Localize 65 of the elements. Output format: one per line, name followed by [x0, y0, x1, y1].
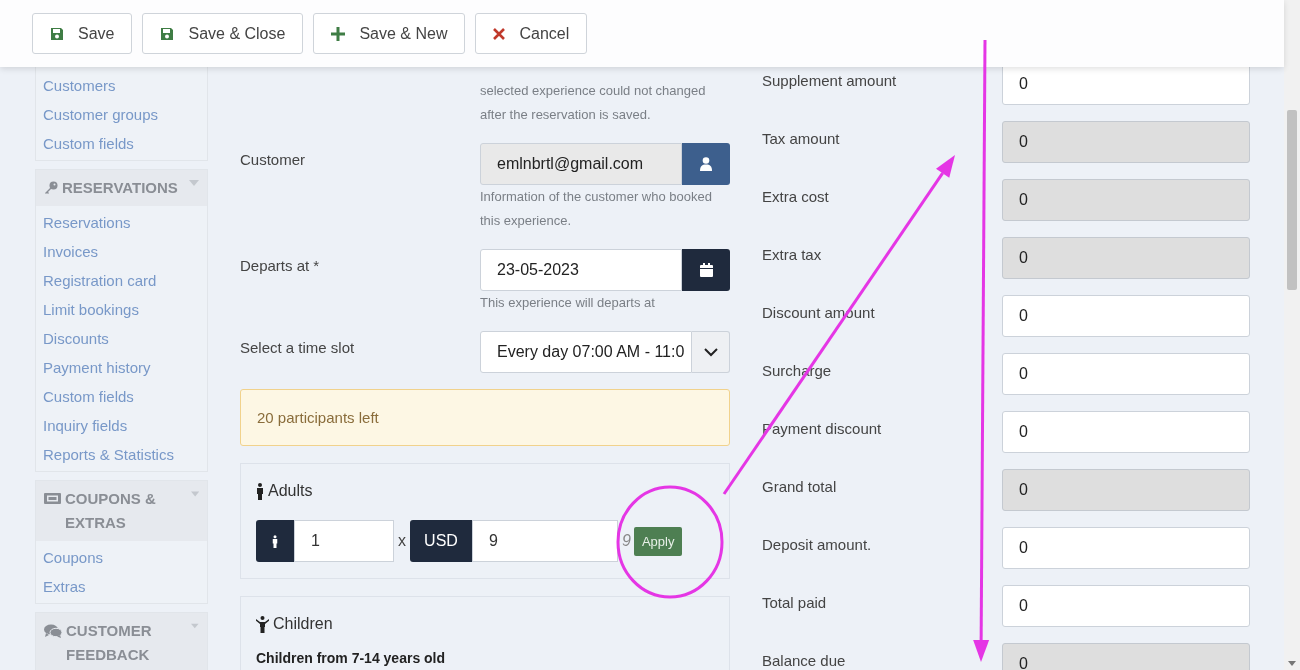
key-icon: [44, 181, 58, 195]
input-field[interactable]: emlnbrtl@gmail.com: [480, 143, 682, 185]
field-label: Tax amount: [762, 129, 841, 149]
sidebar-heading: COUPONS & EXTRAS: [65, 489, 157, 533]
cancel-button[interactable]: Cancel: [475, 13, 588, 54]
input-field[interactable]: 0: [1002, 179, 1250, 221]
input-field[interactable]: 0: [1002, 585, 1250, 627]
field-label: Total paid: [762, 593, 828, 613]
apply-button[interactable]: Apply: [633, 526, 683, 556]
ticket-icon: [44, 492, 61, 505]
save-icon: [50, 26, 64, 41]
currency-label: USD: [410, 520, 472, 562]
panel-description: Children from 7-14 years old: [256, 650, 447, 666]
new-button[interactable]: Save & New: [313, 13, 466, 54]
panel-title: Children: [273, 614, 333, 634]
scroll-down-icon[interactable]: [1288, 661, 1296, 666]
sidebar-heading: RESERVATIONS: [62, 178, 178, 198]
save-icon: [160, 26, 175, 41]
caret-icon[interactable]: [190, 491, 199, 497]
field-label: Grand total: [762, 477, 838, 497]
person-icon: [272, 533, 278, 549]
price-field[interactable]: 9: [472, 520, 618, 562]
save-button[interactable]: Save: [32, 13, 133, 54]
field-label: Balance due: [762, 651, 847, 670]
input-field[interactable]: 0: [1002, 411, 1250, 453]
select-field[interactable]: Every day 07:00 AM - 11:0: [480, 331, 692, 373]
input-field[interactable]: 23-05-2023: [480, 249, 682, 291]
user-button[interactable]: [682, 143, 730, 185]
input-field[interactable]: 0: [1002, 295, 1250, 337]
panel-title: Adults: [268, 481, 313, 501]
total-value: 9: [622, 532, 631, 550]
field-label: Extra cost: [762, 187, 830, 207]
field-label: Select a time slot: [240, 338, 356, 358]
chevron-down-icon[interactable]: [703, 347, 718, 357]
field-label: Departs at *: [240, 256, 321, 276]
input-field[interactable]: 0: [1002, 353, 1250, 395]
alert-message: 20 participants left: [240, 389, 730, 446]
save-button[interactable]: Save & Close: [142, 13, 304, 54]
input-field[interactable]: 0: [1002, 527, 1250, 569]
field-label: Customer: [240, 150, 307, 170]
help-text: selected experience could not changed after the reservation is saved.: [480, 82, 707, 124]
input-field[interactable]: 0: [1002, 121, 1250, 163]
multiply-sign: x: [397, 532, 407, 550]
input-field[interactable]: 0: [1002, 469, 1250, 511]
field-label: Deposit amount.: [762, 535, 873, 555]
plus-icon: [331, 26, 346, 41]
sidebar-heading: CUSTOMER FEEDBACK: [66, 621, 153, 665]
child-icon: [256, 615, 269, 633]
help-text: This experience will departs at: [480, 294, 656, 312]
help-text: Information of the customer who booked this experience.: [480, 188, 713, 230]
input-field[interactable]: 0: [1002, 237, 1250, 279]
caret-icon[interactable]: [191, 623, 199, 629]
calendar-button[interactable]: [682, 249, 730, 291]
scrollbar[interactable]: [1284, 0, 1300, 670]
user-icon: [700, 157, 712, 171]
caret-icon[interactable]: [189, 180, 199, 186]
adult-icon: [256, 482, 264, 500]
scrollbar-thumb[interactable]: [1287, 110, 1297, 290]
field-label: Supplement amount: [762, 71, 898, 91]
quantity-field[interactable]: 1: [294, 520, 394, 562]
comments-icon: [44, 624, 62, 638]
input-field[interactable]: 0: [1002, 643, 1250, 670]
calendar-icon: [699, 263, 713, 277]
close-icon: [493, 27, 506, 40]
field-label: Extra tax: [762, 245, 823, 265]
